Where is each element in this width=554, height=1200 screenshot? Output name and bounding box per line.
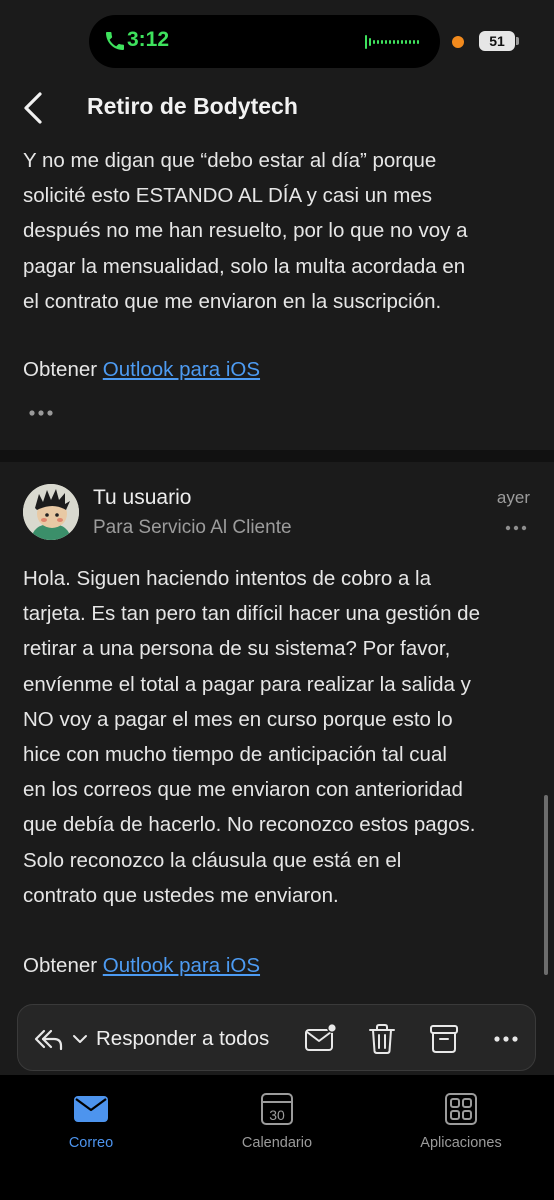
scrollbar[interactable] <box>544 795 548 975</box>
body-line: solicité esto ESTANDO AL DÍA y casi un m… <box>23 184 433 208</box>
body-line: NO voy a pagar el mes en curso porque es… <box>23 707 453 731</box>
outlook-ios-link[interactable]: Outlook para iOS <box>103 954 260 977</box>
message-body: Y no me digan que “debo estar al día” po… <box>23 143 533 319</box>
tab-label: Calendario <box>241 1135 313 1151</box>
back-chevron-icon[interactable] <box>18 90 50 126</box>
more-options-icon[interactable] <box>490 1022 524 1056</box>
signature-prefix: Obtener <box>23 358 98 381</box>
message-date: ayer <box>496 488 530 507</box>
battery-tip <box>516 37 519 45</box>
message-card-previous[interactable]: Y no me digan que “debo estar al día” po… <box>0 134 554 450</box>
body-line: en los correos que me enviaron con anter… <box>23 778 463 802</box>
phone-call-icon <box>106 32 124 50</box>
message-card[interactable]: Tu usuario Para Servicio Al Cliente ayer… <box>0 462 554 1062</box>
battery-indicator: 51 <box>479 31 515 51</box>
recipient-line: Para Servicio Al Cliente <box>93 517 292 538</box>
calendar-icon: 30 <box>261 1093 293 1125</box>
conversation-header: Retiro de Bodytech <box>0 82 554 134</box>
screen: 3:12 51 Retiro de Bodytech Y no me digan… <box>0 0 554 1200</box>
trash-icon[interactable] <box>365 1022 399 1056</box>
reply-all-label: Responder a todos <box>96 1027 270 1050</box>
tab-apps[interactable]: Aplicaciones <box>391 1091 531 1151</box>
outlook-ios-link[interactable]: Outlook para iOS <box>103 358 260 381</box>
status-bar: 3:12 51 <box>0 0 554 82</box>
message-action-toolbar: Responder a todos <box>17 1004 536 1071</box>
tab-mail[interactable]: Correo <box>21 1091 161 1151</box>
tab-calendar[interactable]: 30 Calendario <box>207 1091 347 1151</box>
message-more-options-icon[interactable] <box>505 524 527 532</box>
reply-all-button[interactable]: Responder a todos <box>34 1019 269 1059</box>
body-line: Hola. Siguen haciendo intentos de cobro … <box>23 567 432 590</box>
chevron-down-icon[interactable] <box>72 1033 88 1045</box>
show-quoted-text-dots-icon[interactable] <box>28 409 54 417</box>
body-line: pagar la mensualidad, solo la multa acor… <box>23 254 466 278</box>
sender-avatar[interactable] <box>23 484 79 540</box>
body-line: contrato que ustedes me enviaron. <box>23 883 339 907</box>
apps-grid-icon <box>445 1093 477 1125</box>
tab-label: Correo <box>68 1135 114 1151</box>
message-body: Hola. Siguen haciendo intentos de cobro … <box>23 561 533 913</box>
signature-prefix: Obtener <box>23 954 98 977</box>
body-line: retirar a una persona de su sistema? Por… <box>23 637 451 661</box>
body-line: Y no me digan que “debo estar al día” po… <box>23 149 437 172</box>
body-line: el contrato que me enviaron en la suscri… <box>23 289 442 313</box>
body-line: envíenme el total a pagar para realizar … <box>23 672 471 696</box>
signature: Obtener Outlook para iOS <box>23 358 260 382</box>
tab-label: Aplicaciones <box>420 1135 502 1151</box>
calendar-day: 30 <box>269 1107 285 1123</box>
body-line: Solo reconozco la cláusula que está en e… <box>23 848 402 872</box>
status-time: 3:12 <box>127 28 170 51</box>
mail-icon <box>74 1096 108 1122</box>
mark-unread-icon[interactable] <box>304 1022 338 1056</box>
bottom-tab-bar: Correo 30 Calendario Aplicaciones <box>0 1075 554 1200</box>
recording-indicator-dot <box>452 36 464 48</box>
reply-all-icon <box>34 1029 63 1051</box>
sender-name: Tu usuario <box>93 486 192 509</box>
dynamic-island[interactable]: 3:12 <box>89 15 440 68</box>
avatar-illustration <box>23 484 79 540</box>
conversation-title: Retiro de Bodytech <box>87 93 298 119</box>
body-line: que debía de hacerlo. No reconozco estos… <box>23 813 476 837</box>
audio-waveform-icon <box>365 35 419 49</box>
body-line: tarjeta. Es tan pero tan difícil hacer u… <box>23 602 480 626</box>
archive-icon[interactable] <box>427 1022 461 1056</box>
body-line: hice con mucho tiempo de anticipación ta… <box>23 743 447 767</box>
body-line: después no me han resuelto, por lo que n… <box>23 219 468 243</box>
signature: Obtener Outlook para iOS <box>23 954 260 978</box>
message-separator <box>0 450 554 462</box>
